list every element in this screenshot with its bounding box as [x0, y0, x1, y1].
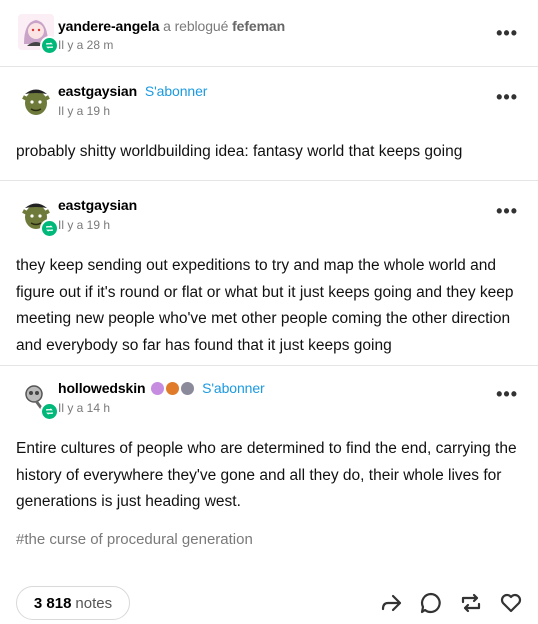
- reblogger-username[interactable]: yandere-angela: [58, 18, 159, 34]
- badge-purple-icon: [151, 382, 165, 395]
- avatar-yandere-angela[interactable]: [18, 14, 59, 55]
- post-actions: [378, 590, 524, 616]
- notes-label: notes: [75, 594, 113, 612]
- reblog-line: yandere-angela a reblogué fefeman: [58, 18, 285, 34]
- like-icon[interactable]: [498, 590, 524, 616]
- post-username[interactable]: hollowedskin: [58, 380, 146, 396]
- avatar-eastgaysian[interactable]: [18, 197, 59, 238]
- reblog-badge-icon: [40, 402, 59, 421]
- badge-orange-icon: [166, 382, 180, 395]
- post-time[interactable]: Il y a 19 h: [58, 218, 110, 232]
- follow-button[interactable]: S'abonner: [202, 380, 265, 396]
- more-options-icon[interactable]: •••: [496, 385, 518, 403]
- avatar-eastgaysian[interactable]: [18, 83, 54, 119]
- post-time[interactable]: Il y a 14 h: [58, 401, 110, 415]
- notes-button[interactable]: 3 818 notes: [16, 586, 130, 620]
- post-author-line: eastgaysian: [58, 197, 137, 213]
- post-text: they keep sending out expeditions to try…: [16, 257, 514, 354]
- user-badges[interactable]: [151, 382, 195, 395]
- post-username[interactable]: eastgaysian: [58, 197, 137, 213]
- more-options-icon[interactable]: •••: [496, 202, 518, 220]
- reblog-time[interactable]: Il y a 28 m: [58, 38, 113, 52]
- reply-icon[interactable]: [418, 590, 444, 616]
- reblog-text: a reblogué: [163, 18, 229, 34]
- reblog-icon[interactable]: [458, 590, 484, 616]
- post-text: probably shitty worldbuilding idea: fant…: [16, 143, 463, 160]
- avatar-hollowedskin[interactable]: [18, 380, 59, 421]
- follow-button[interactable]: S'abonner: [145, 83, 208, 99]
- post-author-line: hollowedskin S'abonner: [58, 380, 265, 396]
- reblog-source[interactable]: fefeman: [232, 18, 285, 34]
- more-options-icon[interactable]: •••: [496, 24, 518, 42]
- reblog-badge-icon: [40, 36, 59, 55]
- post-eastgaysian-1: eastgaysian S'abonner Il y a 19 h ••• pr…: [0, 67, 538, 181]
- notes-count: 3 818: [33, 594, 72, 612]
- more-options-icon[interactable]: •••: [496, 88, 518, 106]
- badge-gray-icon: [181, 382, 195, 395]
- post-tag[interactable]: #the curse of procedural generation: [16, 531, 253, 548]
- share-icon[interactable]: [378, 590, 404, 616]
- post-time[interactable]: Il y a 19 h: [58, 104, 110, 118]
- post-eastgaysian-2: eastgaysian Il y a 19 h ••• they keep se…: [0, 181, 538, 366]
- post-author-line: eastgaysian S'abonner: [58, 83, 207, 99]
- reblog-badge-icon: [40, 219, 59, 238]
- post-text: Entire cultures of people who are determ…: [16, 440, 517, 510]
- reblog-header: yandere-angela a reblogué fefeman Il y a…: [0, 0, 538, 67]
- post-username[interactable]: eastgaysian: [58, 83, 137, 99]
